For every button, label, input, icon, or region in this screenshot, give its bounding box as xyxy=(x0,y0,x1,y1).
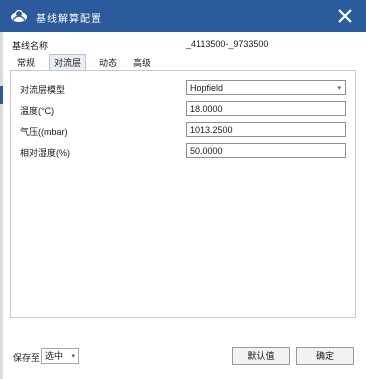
tab-dynamic[interactable]: 动态 xyxy=(95,56,121,70)
close-icon[interactable] xyxy=(334,6,356,26)
window-title: 基线解算配置 xyxy=(36,14,102,25)
tropo-model-select[interactable]: Hopfield ▾ xyxy=(186,80,346,95)
tropo-model-label: 对流层模型 xyxy=(20,85,66,95)
tab-advanced[interactable]: 高级 xyxy=(129,56,155,70)
humidity-label: 相对湿度(%) xyxy=(20,148,70,158)
tropo-model-value: Hopfield xyxy=(190,83,224,93)
chevron-down-icon: ▾ xyxy=(337,85,341,92)
save-to-value: 选中 xyxy=(45,351,64,361)
save-to-label: 保存至 xyxy=(13,353,41,363)
humidity-input[interactable]: 50.0000 xyxy=(186,143,346,158)
tab-troposphere[interactable]: 对流层 xyxy=(49,54,87,71)
pressure-label: 气压((mbar) xyxy=(20,127,68,137)
ok-button[interactable]: 确定 xyxy=(296,347,354,365)
tab-general[interactable]: 常规 xyxy=(13,56,39,70)
baseline-name-value: _4113500-_9733500 xyxy=(186,39,269,49)
app-logo-icon xyxy=(11,9,27,22)
default-button[interactable]: 默认值 xyxy=(232,347,290,365)
chevron-down-icon: ▾ xyxy=(71,353,75,360)
temperature-label: 温度(°C) xyxy=(20,106,55,116)
title-bar: 基线解算配置 xyxy=(0,0,366,32)
temperature-input[interactable]: 18.0000 xyxy=(186,101,346,116)
save-to-select[interactable]: 选中 ▾ xyxy=(41,348,79,364)
window-left-edge xyxy=(0,32,3,379)
pressure-input[interactable]: 1013.2500 xyxy=(186,122,346,137)
baseline-name-label: 基线名称 xyxy=(12,41,49,51)
window-left-marker xyxy=(0,86,3,104)
